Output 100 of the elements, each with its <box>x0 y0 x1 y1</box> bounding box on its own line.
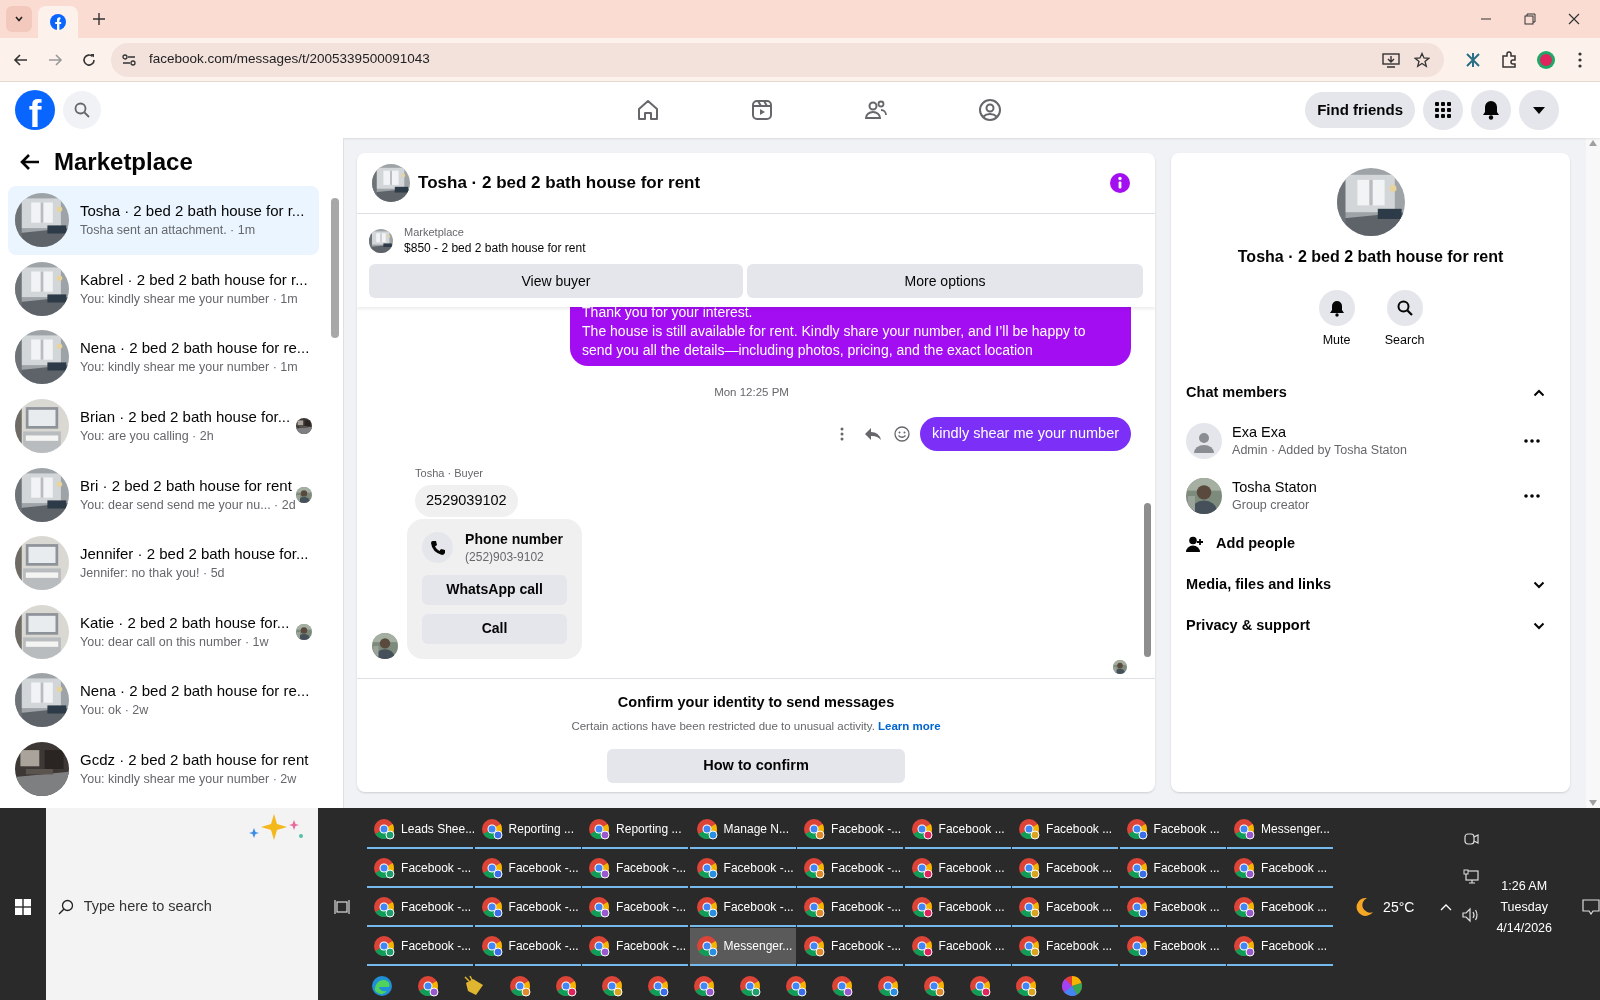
section-header[interactable]: Privacy & support <box>1186 605 1556 647</box>
taskbar-window-button[interactable]: Facebook -... <box>582 928 689 966</box>
browser-icon[interactable] <box>923 975 946 997</box>
contact-button[interactable]: WhatsApp call <box>422 574 568 605</box>
notifications-button[interactable] <box>1471 90 1511 130</box>
color-wheel-icon[interactable] <box>1061 975 1084 997</box>
speaker-icon[interactable] <box>1462 907 1481 923</box>
taskbar-window-button[interactable]: Messenger... <box>689 928 796 966</box>
info-icon[interactable] <box>1110 173 1131 193</box>
menu-button[interactable] <box>1423 90 1463 130</box>
back-arrow-icon[interactable] <box>20 153 40 171</box>
bookmark-star-icon[interactable] <box>1414 51 1430 68</box>
action-button[interactable] <box>1318 290 1355 326</box>
learn-more-link[interactable]: Learn more <box>878 719 941 732</box>
taskbar-window-button[interactable]: Facebook ... <box>1012 811 1119 849</box>
taskbar-window-button[interactable]: Facebook ... <box>904 928 1011 966</box>
weather-temperature[interactable]: 25°C <box>1383 896 1415 918</box>
edge-icon[interactable] <box>371 975 394 997</box>
taskbar-window-button[interactable]: Facebook -... <box>367 850 474 888</box>
browser-icon[interactable] <box>509 975 532 997</box>
section-header[interactable]: Chat members <box>1186 372 1556 414</box>
taskbar-search[interactable]: Type here to search <box>45 808 318 1000</box>
close-icon[interactable] <box>1568 13 1580 25</box>
taskbar-window-button[interactable]: Facebook ... <box>1227 928 1334 966</box>
browser-icon[interactable] <box>969 975 992 997</box>
taskbar-window-button[interactable]: Facebook ... <box>904 850 1011 888</box>
how-to-confirm-button[interactable]: How to confirm <box>607 749 906 783</box>
taskbar-window-button[interactable]: Facebook -... <box>797 850 904 888</box>
new-tab-icon[interactable] <box>92 12 106 26</box>
profile-icon[interactable] <box>1536 49 1556 70</box>
taskbar-window-button[interactable]: Facebook ... <box>1119 850 1226 888</box>
scrollbar-thumb[interactable] <box>1144 503 1152 657</box>
taskbar-window-button[interactable]: Facebook ... <box>1012 850 1119 888</box>
clock[interactable]: 1:26 AM Tuesday 4/14/2026 <box>1496 875 1552 939</box>
member-row[interactable]: Tosha Staton Group creator <box>1186 468 1556 524</box>
search-button[interactable] <box>63 91 101 129</box>
taskbar-window-button[interactable]: Facebook -... <box>367 889 474 927</box>
reload-icon[interactable] <box>81 51 97 68</box>
taskbar-window-button[interactable]: Facebook -... <box>582 889 689 927</box>
browser-icon[interactable] <box>877 975 900 997</box>
taskbar-window-button[interactable]: Facebook -... <box>474 850 581 888</box>
scrollbar-thumb[interactable] <box>331 198 340 338</box>
browser-icon[interactable] <box>1015 975 1038 997</box>
tab-list-button[interactable] <box>6 6 32 32</box>
taskbar-window-button[interactable]: Leads Shee... <box>367 811 474 849</box>
hand-icon[interactable] <box>463 975 486 997</box>
taskbar-window-button[interactable]: Facebook -... <box>689 850 796 888</box>
contact-button[interactable]: Call <box>422 613 568 644</box>
restore-icon[interactable] <box>1524 13 1536 25</box>
browser-icon[interactable] <box>417 975 440 997</box>
more-icon[interactable] <box>1524 494 1541 499</box>
taskbar-window-button[interactable]: Facebook ... <box>904 811 1011 849</box>
taskbar-window-button[interactable]: Facebook ... <box>1119 928 1226 966</box>
taskbar-window-button[interactable]: Facebook ... <box>1012 889 1119 927</box>
browser-icon[interactable] <box>831 975 854 997</box>
account-button[interactable] <box>1519 90 1559 130</box>
find-friends-button[interactable]: Find friends <box>1305 92 1415 128</box>
member-row[interactable]: Exa Exa Admin · Added by Tosha Staton <box>1186 413 1556 469</box>
action-button[interactable] <box>1386 290 1423 326</box>
reply-icon[interactable] <box>864 427 883 442</box>
taskbar-window-button[interactable]: Facebook ... <box>904 889 1011 927</box>
browser-icon[interactable] <box>601 975 624 997</box>
back-icon[interactable] <box>13 51 29 68</box>
browser-icon[interactable] <box>785 975 808 997</box>
chevron-icon[interactable] <box>1440 903 1453 911</box>
browser-tab[interactable] <box>38 6 78 38</box>
notification-icon[interactable] <box>1582 899 1600 915</box>
taskbar-window-button[interactable]: Facebook ... <box>1227 850 1334 888</box>
browser-icon[interactable] <box>555 975 578 997</box>
taskbar-window-button[interactable]: Facebook -... <box>367 928 474 966</box>
more-icon[interactable] <box>1524 439 1541 444</box>
taskbar-window-button[interactable]: Facebook -... <box>797 928 904 966</box>
taskbar-window-button[interactable]: Facebook -... <box>474 928 581 966</box>
puzzle-icon[interactable] <box>1500 50 1518 69</box>
listing-button[interactable]: More options <box>747 264 1144 298</box>
taskbar-window-button[interactable]: Facebook ... <box>1012 928 1119 966</box>
conversation-item[interactable]: Tosha · 2 bed 2 bath house for r... Tosha sent an attachment. · 1m <box>8 186 320 255</box>
taskbar-window-button[interactable]: Messenger... <box>1227 811 1334 849</box>
browser-icon[interactable] <box>693 975 716 997</box>
address-bar[interactable]: facebook.com/messages/t/2005339500091043 <box>111 42 1444 77</box>
forward-icon[interactable] <box>47 51 63 68</box>
menu-icon[interactable] <box>1578 51 1582 68</box>
task-view-icon[interactable] <box>334 899 351 915</box>
taskbar-window-button[interactable]: Facebook -... <box>474 889 581 927</box>
emoji-icon[interactable] <box>894 426 911 443</box>
add-people-item[interactable]: Add people <box>1186 523 1556 565</box>
taskbar-window-button[interactable]: Facebook -... <box>797 811 904 849</box>
listing-button[interactable]: View buyer <box>369 264 744 298</box>
network-icon[interactable] <box>1463 869 1480 885</box>
taskbar-window-button[interactable]: Facebook ... <box>1119 889 1226 927</box>
browser-icon[interactable] <box>739 975 762 997</box>
install-icon[interactable] <box>1382 51 1400 68</box>
taskbar-window-button[interactable]: Facebook ... <box>1119 811 1226 849</box>
taskbar-window-button[interactable]: Manage N... <box>689 811 796 849</box>
browser-icon[interactable] <box>647 975 670 997</box>
camera-icon[interactable] <box>1463 831 1480 847</box>
facebook-logo[interactable]: f <box>15 90 55 130</box>
site-info-icon[interactable] <box>121 51 137 68</box>
taskbar-window-button[interactable]: Facebook ... <box>1227 889 1334 927</box>
taskbar-window-button[interactable]: Reporting ... <box>474 811 581 849</box>
